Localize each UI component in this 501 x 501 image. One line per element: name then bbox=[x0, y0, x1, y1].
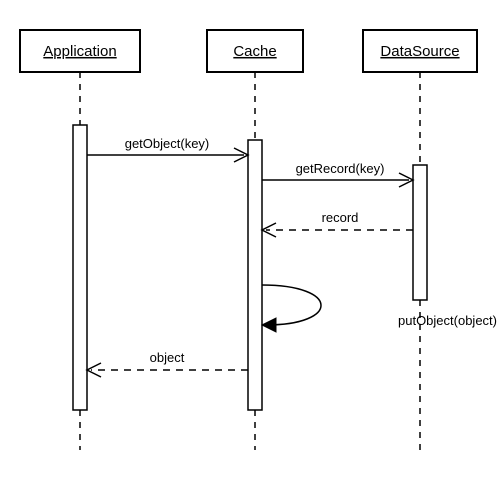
message-record-label: record bbox=[322, 210, 359, 225]
message-getrecord-label: getRecord(key) bbox=[296, 161, 385, 176]
message-putobject-label: putObject(object) bbox=[398, 313, 497, 328]
message-record: record bbox=[262, 210, 413, 237]
activation-application bbox=[73, 125, 87, 410]
message-object: object bbox=[87, 350, 248, 377]
message-getobject: getObject(key) bbox=[87, 136, 248, 162]
message-getrecord: getRecord(key) bbox=[262, 161, 413, 187]
participant-cache-label: Cache bbox=[233, 43, 276, 60]
activation-datasource bbox=[413, 165, 427, 300]
message-object-label: object bbox=[150, 350, 185, 365]
activation-cache bbox=[248, 140, 262, 410]
message-putobject: putObject(object) bbox=[262, 285, 497, 332]
participant-application-label: Application bbox=[43, 43, 116, 60]
message-getobject-label: getObject(key) bbox=[125, 136, 210, 151]
participant-datasource-label: DataSource bbox=[380, 43, 459, 60]
